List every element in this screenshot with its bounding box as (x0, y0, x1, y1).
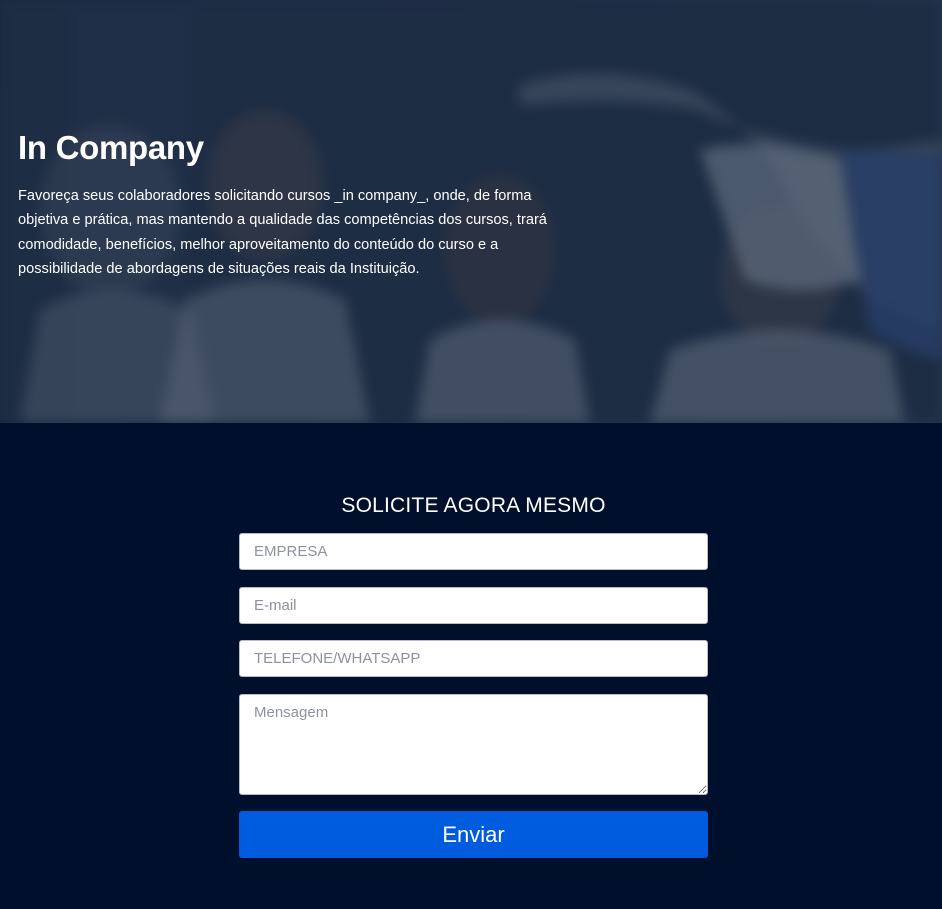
hero-content: In Company Favoreça seus colaboradores s… (18, 127, 578, 282)
hero-description: Favoreça seus colaboradores solicitando … (18, 188, 547, 278)
phone-input[interactable] (239, 640, 708, 677)
email-input[interactable] (239, 587, 708, 624)
page-title: In Company (18, 129, 204, 166)
form-title: SOLICITE AGORA MESMO (341, 494, 606, 517)
contact-form-section: SOLICITE AGORA MESMO Enviar (0, 423, 942, 909)
hero-section: In Company Favoreça seus colaboradores s… (0, 0, 942, 423)
company-input[interactable] (239, 533, 708, 570)
message-textarea[interactable] (239, 694, 708, 795)
submit-button[interactable]: Enviar (239, 811, 708, 858)
